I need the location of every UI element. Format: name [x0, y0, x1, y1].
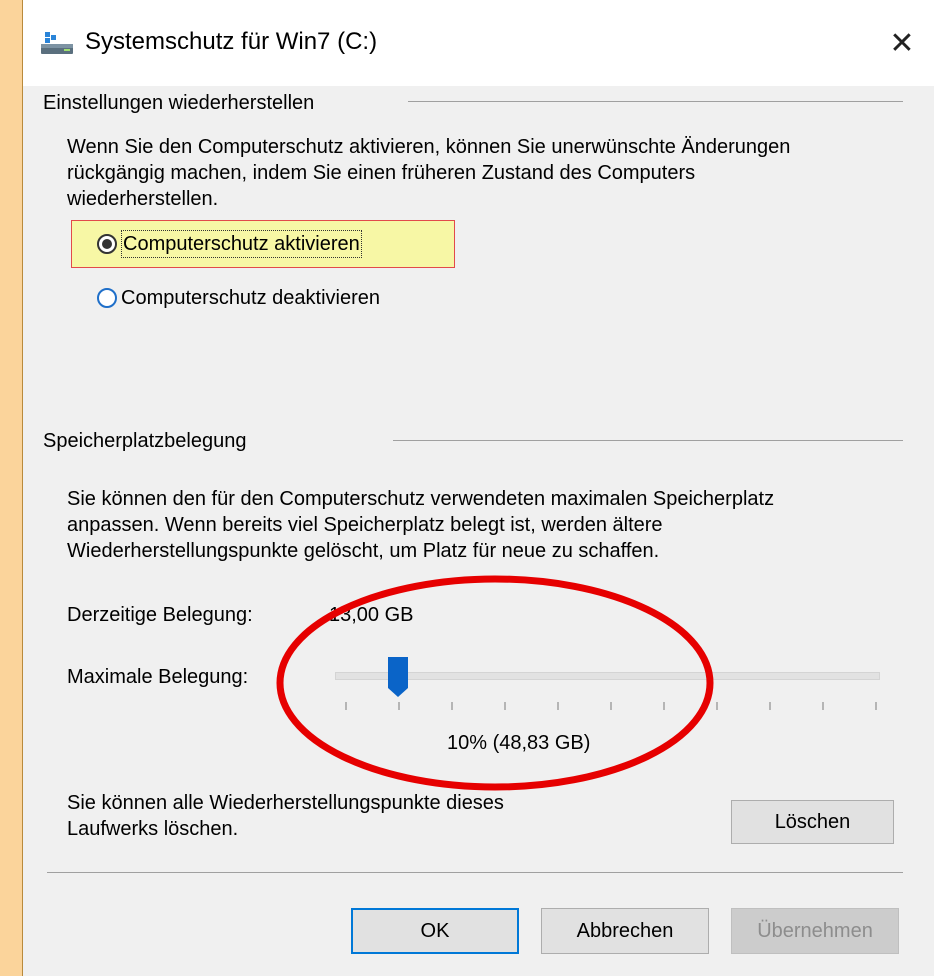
footer-divider [47, 872, 903, 873]
cancel-button-label: Abbrechen [576, 919, 674, 942]
ok-button[interactable]: OK [351, 908, 519, 954]
restore-description-line-1: Wenn Sie den Computerschutz aktivieren, … [67, 136, 791, 158]
radio-disable-label: Computerschutz deaktivieren [121, 287, 381, 309]
slider-tick [822, 702, 824, 710]
ok-button-label: OK [420, 919, 450, 942]
delete-button[interactable]: Löschen [731, 800, 894, 844]
title-bar: Systemschutz für Win7 (C:) ✕ [23, 0, 934, 86]
drive-icon [41, 32, 73, 54]
apply-button-label: Übernehmen [757, 919, 873, 942]
close-icon: ✕ [889, 26, 915, 60]
max-usage-label: Maximale Belegung: [67, 666, 249, 688]
system-protection-dialog: Systemschutz für Win7 (C:) ✕ Einstellung… [22, 0, 934, 976]
restore-section-divider [408, 101, 903, 102]
current-usage-label: Derzeitige Belegung: [67, 604, 253, 626]
delete-text-line-2: Laufwerks löschen. [67, 818, 239, 840]
radio-enable-label: Computerschutz aktivieren [121, 230, 362, 258]
radio-disable-protection[interactable]: Computerschutz deaktivieren [97, 280, 380, 316]
close-button[interactable]: ✕ [869, 0, 934, 86]
window-title: Systemschutz für Win7 (C:) [85, 28, 378, 55]
disk-description-line-3: Wiederherstellungspunkte gelöscht, um Pl… [67, 540, 660, 562]
disk-section-divider [393, 440, 903, 441]
restore-section-heading: Einstellungen wiederherstellen [43, 92, 315, 114]
restore-description-line-3: wiederherstellen. [67, 188, 219, 210]
restore-description-line-2: rückgängig machen, indem Sie einen frühe… [67, 162, 696, 184]
radio-button-unchecked[interactable] [97, 288, 117, 308]
cancel-button[interactable]: Abbrechen [541, 908, 709, 954]
slider-tick [875, 702, 877, 710]
radio-button-checked[interactable] [97, 234, 117, 254]
slider-tick [769, 702, 771, 710]
delete-text-line-1: Sie können alle Wiederherstellungspunkte… [67, 792, 504, 814]
annotation-red-ellipse [276, 575, 714, 791]
delete-button-label: Löschen [774, 810, 851, 833]
disk-description-line-2: anpassen. Wenn bereits viel Speicherplat… [67, 514, 663, 536]
apply-button[interactable]: Übernehmen [731, 908, 899, 954]
disk-description-line-1: Sie können den für den Computerschutz ve… [67, 488, 775, 510]
disk-section-heading: Speicherplatzbelegung [43, 430, 247, 452]
radio-enable-protection[interactable]: Computerschutz aktivieren [97, 226, 362, 262]
